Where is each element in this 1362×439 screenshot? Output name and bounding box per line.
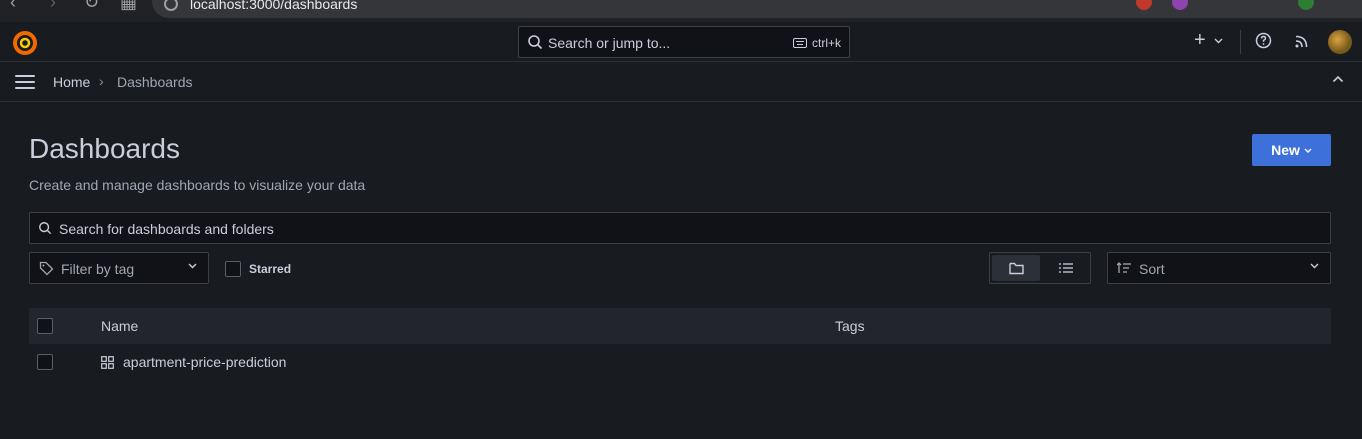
chevron-down-icon — [1304, 148, 1312, 153]
breadcrumb-bar: Home › Dashboards — [0, 62, 1362, 102]
page-subtitle: Create and manage dashboards to visualiz… — [29, 177, 366, 193]
page-title: Dashboards — [29, 133, 180, 164]
breadcrumb-current: Dashboards — [117, 74, 193, 90]
sort-select[interactable]: Sort — [1107, 252, 1331, 284]
apps-icon[interactable]: ▦ — [120, 0, 137, 13]
tag-filter-placeholder: Filter by tag — [61, 261, 135, 277]
tag-icon — [39, 261, 54, 276]
breadcrumb-home[interactable]: Home — [53, 74, 90, 90]
news-feed-icon[interactable] — [1295, 34, 1309, 48]
add-new-button[interactable]: + — [1194, 29, 1206, 52]
table-row[interactable]: apartment-price-prediction — [29, 344, 1331, 380]
new-button-label: New — [1271, 142, 1300, 158]
view-mode-toggle — [989, 252, 1091, 284]
dashboard-search-input[interactable]: Search for dashboards and folders — [29, 212, 1331, 244]
grafana-logo-icon[interactable] — [12, 30, 38, 56]
column-header-tags: Tags — [835, 318, 865, 334]
top-navbar: Search or jump to... ctrl+k + — [0, 22, 1362, 62]
dashboard-link[interactable]: apartment-price-prediction — [123, 354, 286, 370]
hamburger-menu-icon[interactable] — [15, 75, 35, 89]
folder-icon — [1008, 262, 1024, 274]
forward-icon[interactable]: › — [50, 0, 56, 13]
search-placeholder: Search or jump to... — [548, 35, 671, 51]
chevron-up-icon[interactable] — [1332, 75, 1344, 83]
breadcrumb-separator: › — [99, 73, 104, 89]
sort-placeholder: Sort — [1139, 261, 1165, 277]
chevron-down-icon — [1310, 263, 1319, 269]
dashboard-search-placeholder: Search for dashboards and folders — [59, 221, 274, 237]
select-all-checkbox[interactable] — [37, 318, 53, 334]
keyboard-shortcut: ctrl+k — [792, 36, 841, 50]
keyboard-icon — [792, 38, 807, 48]
starred-label[interactable]: Starred — [249, 262, 291, 276]
sort-icon — [1117, 262, 1131, 273]
list-icon — [1059, 263, 1073, 273]
chevron-down-icon — [188, 263, 197, 269]
site-info-icon[interactable] — [164, 0, 178, 11]
reload-icon[interactable]: ↻ — [84, 0, 99, 13]
starred-checkbox[interactable] — [225, 261, 241, 277]
back-icon[interactable]: ‹ — [10, 0, 16, 13]
chevron-down-icon[interactable] — [1214, 38, 1223, 44]
search-icon — [528, 35, 543, 50]
row-checkbox[interactable] — [37, 354, 53, 370]
folder-view-button[interactable] — [992, 255, 1040, 281]
search-icon — [39, 222, 52, 235]
column-header-name[interactable]: Name — [101, 318, 138, 334]
topbar-divider — [1240, 30, 1241, 54]
global-search-input[interactable]: Search or jump to... ctrl+k — [518, 26, 850, 58]
plus-icon: + — [1194, 29, 1206, 51]
tag-filter-select[interactable]: Filter by tag — [29, 252, 209, 284]
list-view-button[interactable] — [1042, 255, 1090, 281]
dashboard-grid-icon — [101, 356, 114, 369]
shortcut-label: ctrl+k — [811, 36, 841, 50]
url-text: localhost:3000/dashboards — [190, 0, 358, 12]
browser-toolbar: ‹ › ↻ ▦ localhost:3000/dashboards — [0, 0, 1362, 22]
table-header: Name Tags — [29, 308, 1331, 344]
help-icon[interactable] — [1255, 32, 1272, 49]
user-avatar[interactable] — [1328, 30, 1352, 54]
new-dashboard-button[interactable]: New — [1252, 134, 1331, 166]
